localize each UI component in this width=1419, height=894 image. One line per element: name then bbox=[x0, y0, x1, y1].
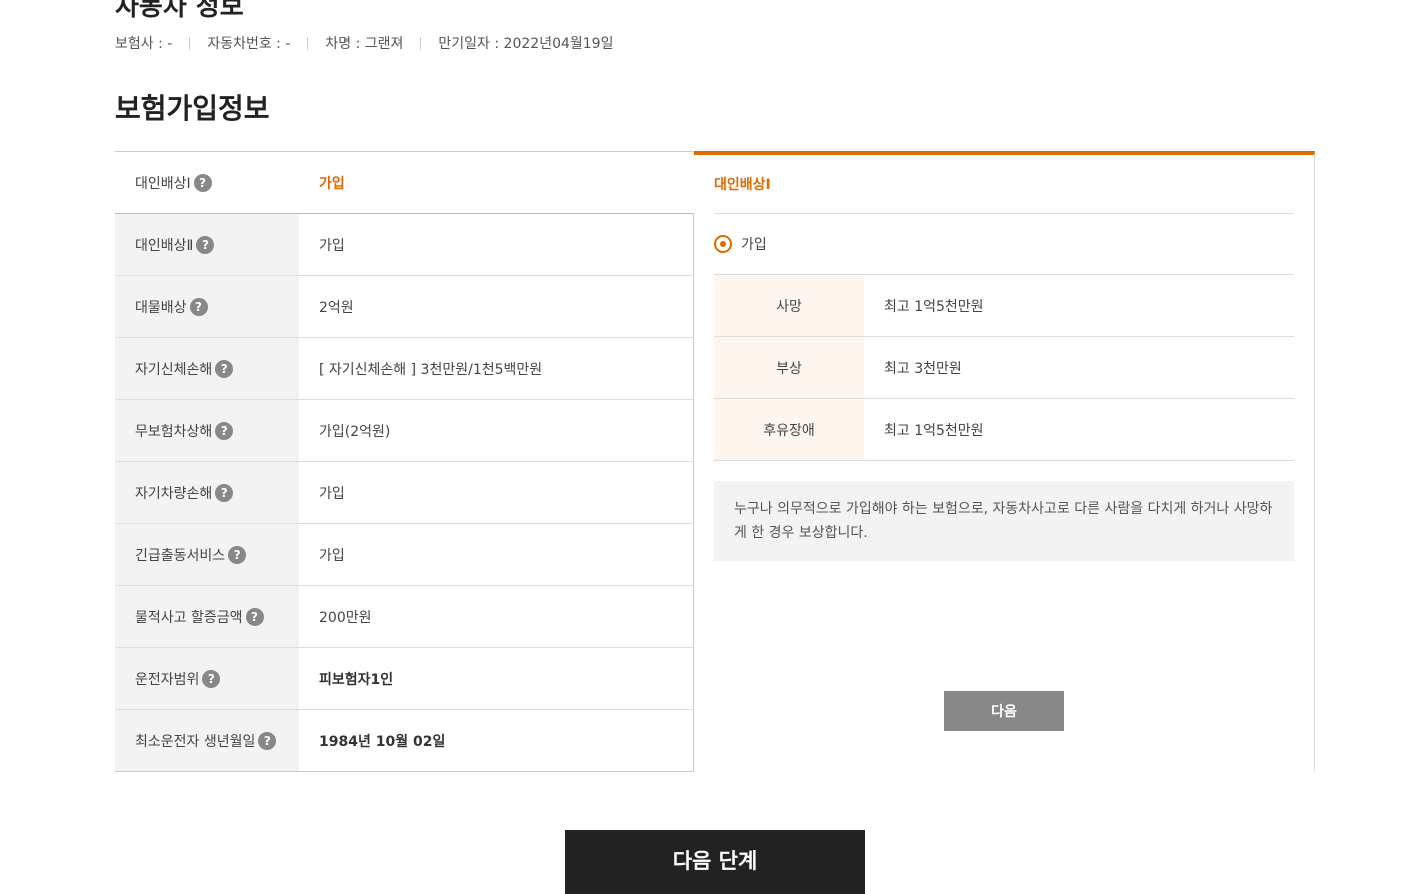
help-icon[interactable]: ? bbox=[215, 359, 234, 378]
coverage-row-driver-range[interactable]: 운전자범위? 피보험자1인 bbox=[115, 648, 694, 710]
coverage-label: 최소운전자 생년월일 bbox=[135, 733, 256, 750]
coverage-row-bodily-1[interactable]: 대인배상Ⅰ? 가입 bbox=[115, 152, 694, 214]
plate-text: 자동차번호 : - bbox=[207, 36, 291, 52]
detail-next-button[interactable]: 다음 bbox=[944, 691, 1064, 731]
expiry-text: 만기일자 : 2022년04월19일 bbox=[438, 36, 614, 52]
vehicle-info-title: 자동차 정보 bbox=[115, 0, 244, 22]
help-icon[interactable]: ? bbox=[228, 545, 247, 564]
coverage-label: 무보험차상해 bbox=[135, 423, 213, 440]
detail-value: 최고 3천만원 bbox=[884, 360, 962, 377]
detail-row: 후유장애 최고 1억5천만원 bbox=[714, 399, 1294, 461]
coverage-row-min-driver-birth[interactable]: 최소운전자 생년월일? 1984년 10월 02일 bbox=[115, 710, 694, 772]
help-icon[interactable]: ? bbox=[193, 173, 212, 192]
coverage-value: 피보험자1인 bbox=[319, 671, 394, 688]
help-icon[interactable]: ? bbox=[189, 297, 208, 316]
coverage-value: [ 자기신체손해 ] 3천만원/1천5백만원 bbox=[319, 361, 543, 378]
coverage-row-self-injury[interactable]: 자기신체손해? [ 자기신체손해 ] 3천만원/1천5백만원 bbox=[115, 338, 694, 400]
coverage-row-bodily-2[interactable]: 대인배상Ⅱ? 가입 bbox=[115, 214, 694, 276]
detail-label: 부상 bbox=[714, 337, 864, 398]
coverage-row-own-vehicle[interactable]: 자기차량손해? 가입 bbox=[115, 462, 694, 524]
coverage-table: 대인배상Ⅰ? 가입 대인배상Ⅱ? 가입 대물배상? 2억원 자기신체손해? [ … bbox=[115, 151, 694, 772]
detail-value: 최고 1억5천만원 bbox=[884, 298, 984, 315]
detail-row: 사망 최고 1억5천만원 bbox=[714, 275, 1294, 337]
coverage-label: 자기차량손해 bbox=[135, 485, 213, 502]
coverage-value: 가입(2억원) bbox=[319, 423, 391, 440]
coverage-label: 긴급출동서비스 bbox=[135, 547, 226, 564]
join-option[interactable]: 가입 bbox=[714, 214, 1294, 275]
detail-value: 최고 1억5천만원 bbox=[884, 422, 984, 439]
coverage-label: 대인배상Ⅰ bbox=[135, 175, 191, 192]
detail-label: 후유장애 bbox=[714, 399, 864, 460]
divider bbox=[420, 36, 422, 50]
coverage-row-uninsured[interactable]: 무보험차상해? 가입(2억원) bbox=[115, 400, 694, 462]
car-name-text: 차명 : 그랜져 bbox=[325, 36, 404, 52]
coverage-row-emergency[interactable]: 긴급출동서비스? 가입 bbox=[115, 524, 694, 586]
coverage-value: 가입 bbox=[319, 237, 345, 254]
coverage-detail-panel: 대인배상Ⅰ 가입 사망 최고 1억5천만원 부상 최고 3천만원 후유장애 최고… bbox=[694, 151, 1315, 772]
coverage-label: 물적사고 할증금액 bbox=[135, 609, 243, 626]
coverage-row-property[interactable]: 대물배상? 2억원 bbox=[115, 276, 694, 338]
coverage-label: 대물배상 bbox=[135, 299, 187, 316]
help-icon[interactable]: ? bbox=[245, 607, 264, 626]
coverage-label: 대인배상Ⅱ bbox=[135, 237, 194, 254]
coverage-label: 운전자범위 bbox=[135, 671, 200, 688]
detail-title: 대인배상Ⅰ bbox=[714, 155, 1294, 214]
detail-row: 부상 최고 3천만원 bbox=[714, 337, 1294, 399]
detail-label: 사망 bbox=[714, 275, 864, 336]
help-icon[interactable]: ? bbox=[215, 483, 234, 502]
coverage-value: 가입 bbox=[319, 485, 345, 502]
insurance-info-title: 보험가입정보 bbox=[115, 92, 270, 125]
help-icon[interactable]: ? bbox=[196, 235, 215, 254]
coverage-value: 200만원 bbox=[319, 609, 372, 626]
help-icon[interactable]: ? bbox=[202, 669, 221, 688]
help-icon[interactable]: ? bbox=[258, 731, 277, 750]
insurer-text: 보험사 : - bbox=[115, 36, 173, 52]
detail-coverage-table: 사망 최고 1억5천만원 부상 최고 3천만원 후유장애 최고 1억5천만원 bbox=[714, 275, 1294, 461]
coverage-row-surcharge[interactable]: 물적사고 할증금액? 200만원 bbox=[115, 586, 694, 648]
coverage-value: 1984년 10월 02일 bbox=[319, 733, 446, 750]
next-step-button[interactable]: 다음 단계 bbox=[565, 830, 865, 894]
coverage-value: 가입 bbox=[319, 175, 345, 192]
coverage-label: 자기신체손해 bbox=[135, 361, 213, 378]
coverage-value: 2억원 bbox=[319, 299, 354, 316]
help-icon[interactable]: ? bbox=[215, 421, 234, 440]
divider bbox=[189, 36, 191, 50]
coverage-value: 가입 bbox=[319, 547, 345, 564]
radio-selected-icon[interactable] bbox=[714, 235, 732, 253]
join-option-label: 가입 bbox=[741, 237, 767, 253]
vehicle-meta: 보험사 : - 자동차번호 : - 차명 : 그랜져 만기일자 : 2022년0… bbox=[115, 33, 613, 53]
coverage-description: 누구나 의무적으로 가입해야 하는 보험으로, 자동차사고로 다른 사람을 다치… bbox=[714, 481, 1294, 561]
divider bbox=[307, 36, 309, 50]
